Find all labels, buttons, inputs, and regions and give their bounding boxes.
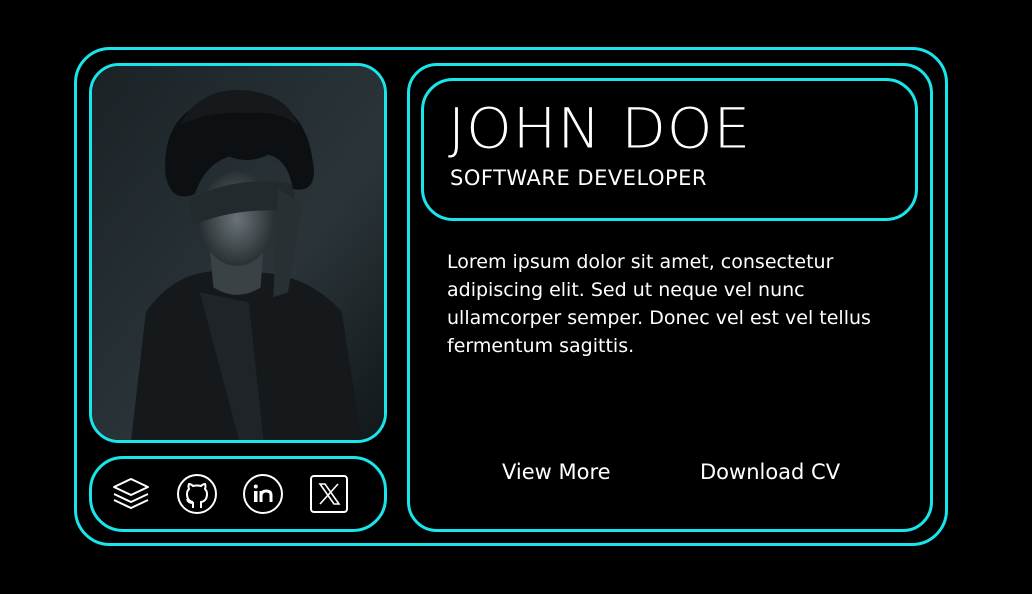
linkedin-icon[interactable] [242,473,284,515]
profile-bio: Lorem ipsum dolor sit amet, consectetur … [447,251,871,357]
social-links [89,456,387,532]
github-icon[interactable] [176,473,218,515]
view-more-button[interactable]: View More [502,460,611,484]
download-cv-button[interactable]: Download CV [700,460,840,484]
layers-icon[interactable] [110,473,152,515]
x-icon[interactable] [308,473,350,515]
profile-name: JOHN DOE [448,96,752,161]
profile-role: SOFTWARE DEVELOPER [450,166,707,190]
profile-photo [89,63,387,443]
